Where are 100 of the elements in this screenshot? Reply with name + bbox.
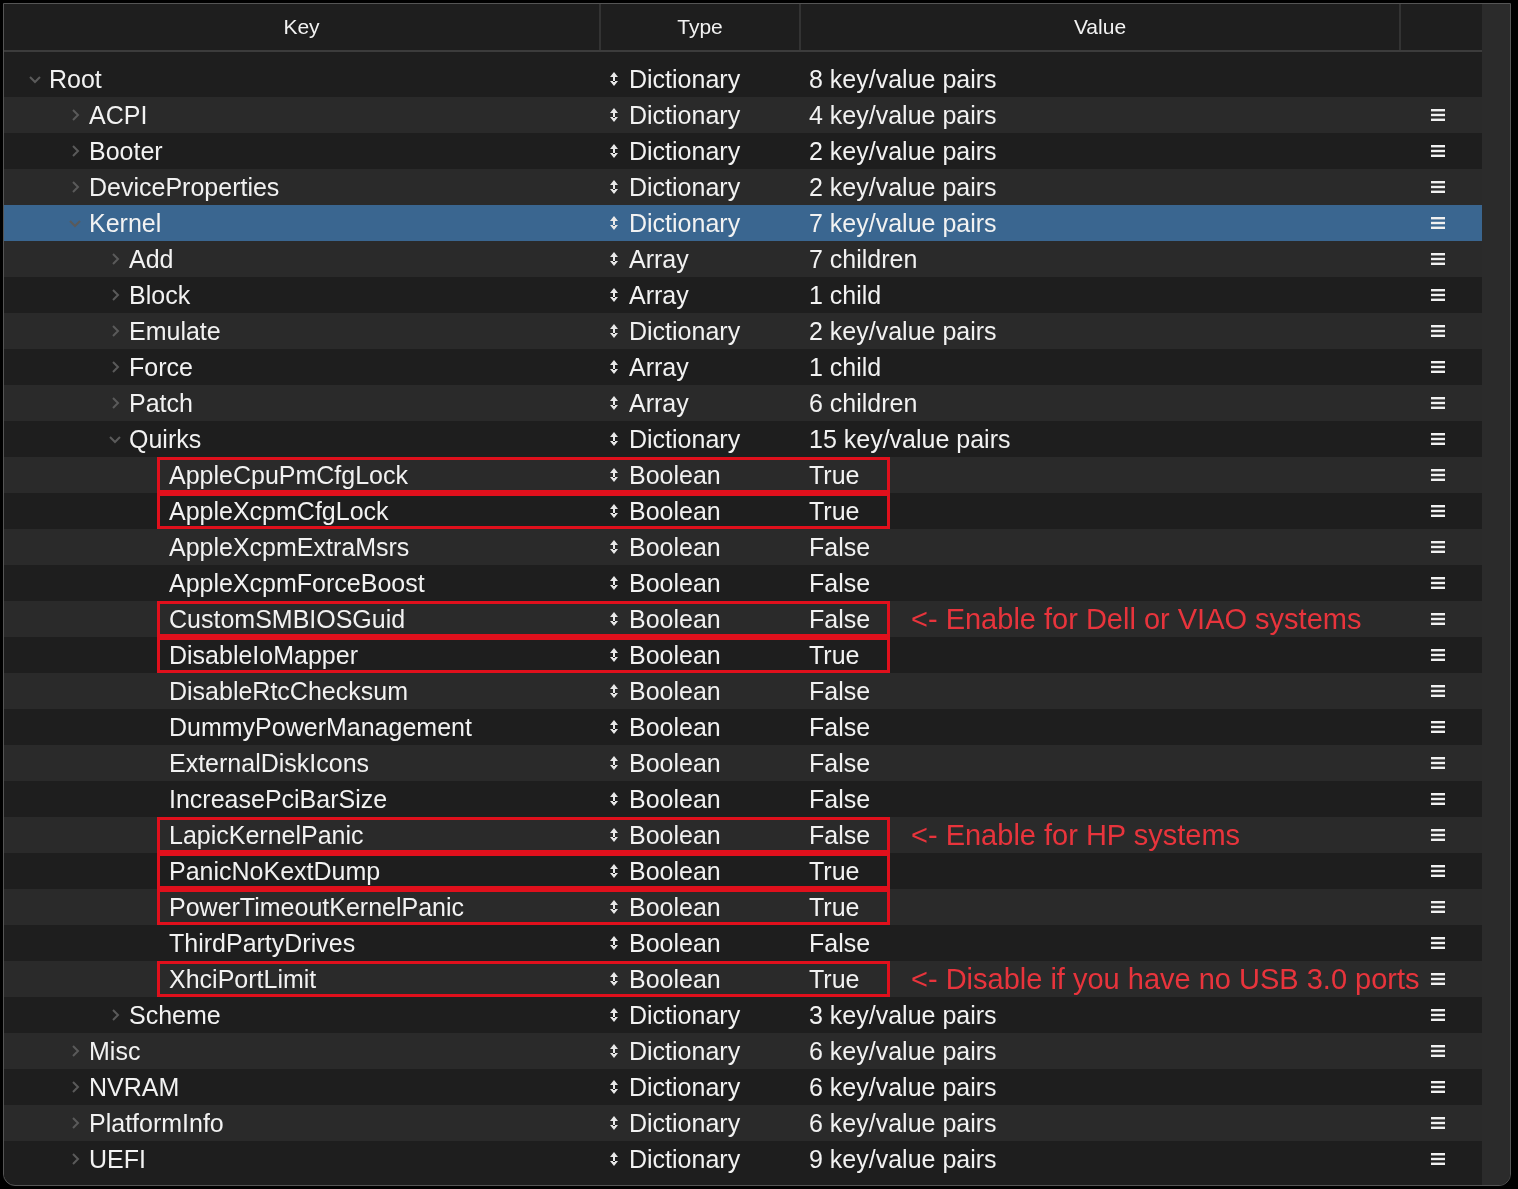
tree-row[interactable]: CustomSMBIOSGuid Boolean False <- Enable for Dell or VIAO systems [4,601,1482,637]
up-down-arrows-icon[interactable] [609,1151,619,1167]
menu-icon[interactable] [1431,612,1445,626]
up-down-arrows-icon[interactable] [609,1079,619,1095]
value-label: 6 key/value pairs [809,1037,997,1065]
up-down-arrows-icon[interactable] [609,431,619,447]
up-down-arrows-icon[interactable] [609,143,619,159]
value-label: False [809,929,872,957]
up-down-arrows-icon[interactable] [609,287,619,303]
disclosure-chevron-icon[interactable] [109,289,121,301]
disclosure-chevron-icon[interactable] [109,433,121,445]
tree-row[interactable]: LapicKernelPanic Boolean False <- Enable for HP systems [4,817,1482,853]
menu-icon[interactable] [1431,540,1445,554]
up-down-arrows-icon[interactable] [609,503,619,519]
up-down-arrows-icon[interactable] [609,971,619,987]
menu-icon[interactable] [1431,1152,1445,1166]
up-down-arrows-icon[interactable] [609,323,619,339]
menu-icon[interactable] [1431,756,1445,770]
up-down-arrows-icon[interactable] [609,395,619,411]
up-down-arrows-icon[interactable] [609,539,619,555]
menu-icon[interactable] [1431,144,1445,158]
menu-icon[interactable] [1431,1008,1445,1022]
up-down-arrows-icon[interactable] [609,647,619,663]
up-down-arrows-icon[interactable] [609,575,619,591]
tree-row[interactable]: AppleXcpmExtraMsrs Boolean False [4,529,1482,565]
tree-row[interactable]: Misc Dictionary 6 key/value pairs [4,1033,1482,1069]
menu-icon[interactable] [1431,324,1445,338]
up-down-arrows-icon[interactable] [609,107,619,123]
tree-row[interactable]: ExternalDiskIcons Boolean False [4,745,1482,781]
value-label: False [809,821,872,849]
menu-icon[interactable] [1431,972,1445,986]
up-down-arrows-icon[interactable] [609,359,619,375]
disclosure-chevron-icon[interactable] [69,1153,81,1165]
menu-icon[interactable] [1431,252,1445,266]
up-down-arrows-icon[interactable] [609,863,619,879]
menu-icon[interactable] [1431,504,1445,518]
tree-row[interactable]: DisableRtcChecksum Boolean False [4,673,1482,709]
tree-row[interactable]: Add Array 7 children [4,241,1482,277]
key-label: Kernel [89,209,162,237]
menu-icon[interactable] [1431,1044,1445,1058]
up-down-arrows-icon[interactable] [609,935,619,951]
menu-icon[interactable] [1431,900,1445,914]
key-label: PanicNoKextDump [169,857,381,885]
type-label: Boolean [629,821,721,849]
tree-row[interactable]: Emulate Dictionary 2 key/value pairs [4,313,1482,349]
up-down-arrows-icon[interactable] [609,1115,619,1131]
menu-icon[interactable] [1431,936,1445,950]
menu-icon[interactable] [1431,396,1445,410]
value-label: False [809,533,872,561]
tree-row[interactable]: Patch Array 6 children [4,385,1482,421]
tree-row[interactable]: XhciPortLimit Boolean True <- Disable if you have no USB 3.0 ports [4,961,1482,997]
up-down-arrows-icon[interactable] [609,827,619,843]
menu-icon[interactable] [1431,576,1445,590]
menu-icon[interactable] [1431,648,1445,662]
up-down-arrows-icon[interactable] [609,755,619,771]
up-down-arrows-icon[interactable] [609,1007,619,1023]
tree-row[interactable]: PlatformInfo Dictionary 6 key/value pairs [4,1105,1482,1141]
up-down-arrows-icon[interactable] [609,71,619,87]
menu-icon[interactable] [1431,684,1445,698]
menu-icon[interactable] [1431,288,1445,302]
menu-icon[interactable] [1431,792,1445,806]
up-down-arrows-icon[interactable] [609,791,619,807]
column-header[interactable]: Key [4,4,601,50]
menu-icon[interactable] [1431,1080,1445,1094]
type-label: Array [629,389,689,417]
menu-icon[interactable] [1431,432,1445,446]
value-label: 7 children [809,245,918,273]
column-header[interactable]: Type [601,4,801,50]
up-down-arrows-icon[interactable] [609,611,619,627]
tree-row[interactable]: PowerTimeoutKernelPanic Boolean True [4,889,1482,925]
up-down-arrows-icon[interactable] [609,251,619,267]
type-label: Boolean [629,785,721,813]
value-label: False [809,569,872,597]
menu-icon[interactable] [1431,468,1445,482]
menu-icon[interactable] [1431,864,1445,878]
up-down-arrows-icon[interactable] [609,719,619,735]
annotation-note: <- Enable for Dell or VIAO systems [911,605,1362,633]
up-down-arrows-icon[interactable] [609,683,619,699]
disclosure-chevron-icon[interactable] [69,1081,81,1093]
tree-row[interactable]: AppleCpuPmCfgLock Boolean True [4,457,1482,493]
menu-icon[interactable] [1431,360,1445,374]
tree-row[interactable]: DeviceProperties Dictionary 2 key/value pairs [4,169,1482,205]
key-label: AppleXcpmCfgLock [169,497,389,525]
tree-row[interactable]: ACPI Dictionary 4 key/value pairs [4,97,1482,133]
column-header[interactable]: Value [801,4,1401,50]
disclosure-chevron-icon[interactable] [109,1009,121,1021]
menu-icon[interactable] [1431,108,1445,122]
menu-icon[interactable] [1431,180,1445,194]
up-down-arrows-icon[interactable] [609,899,619,915]
disclosure-chevron-icon[interactable] [69,145,81,157]
disclosure-chevron-icon[interactable] [109,361,121,373]
up-down-arrows-icon[interactable] [609,1043,619,1059]
menu-icon[interactable] [1431,1116,1445,1130]
disclosure-chevron-icon[interactable] [29,73,41,85]
key-label: Force [129,353,193,381]
up-down-arrows-icon[interactable] [609,179,619,195]
menu-icon[interactable] [1431,828,1445,842]
up-down-arrows-icon[interactable] [609,467,619,483]
value-label: 2 key/value pairs [809,137,997,165]
menu-icon[interactable] [1431,720,1445,734]
